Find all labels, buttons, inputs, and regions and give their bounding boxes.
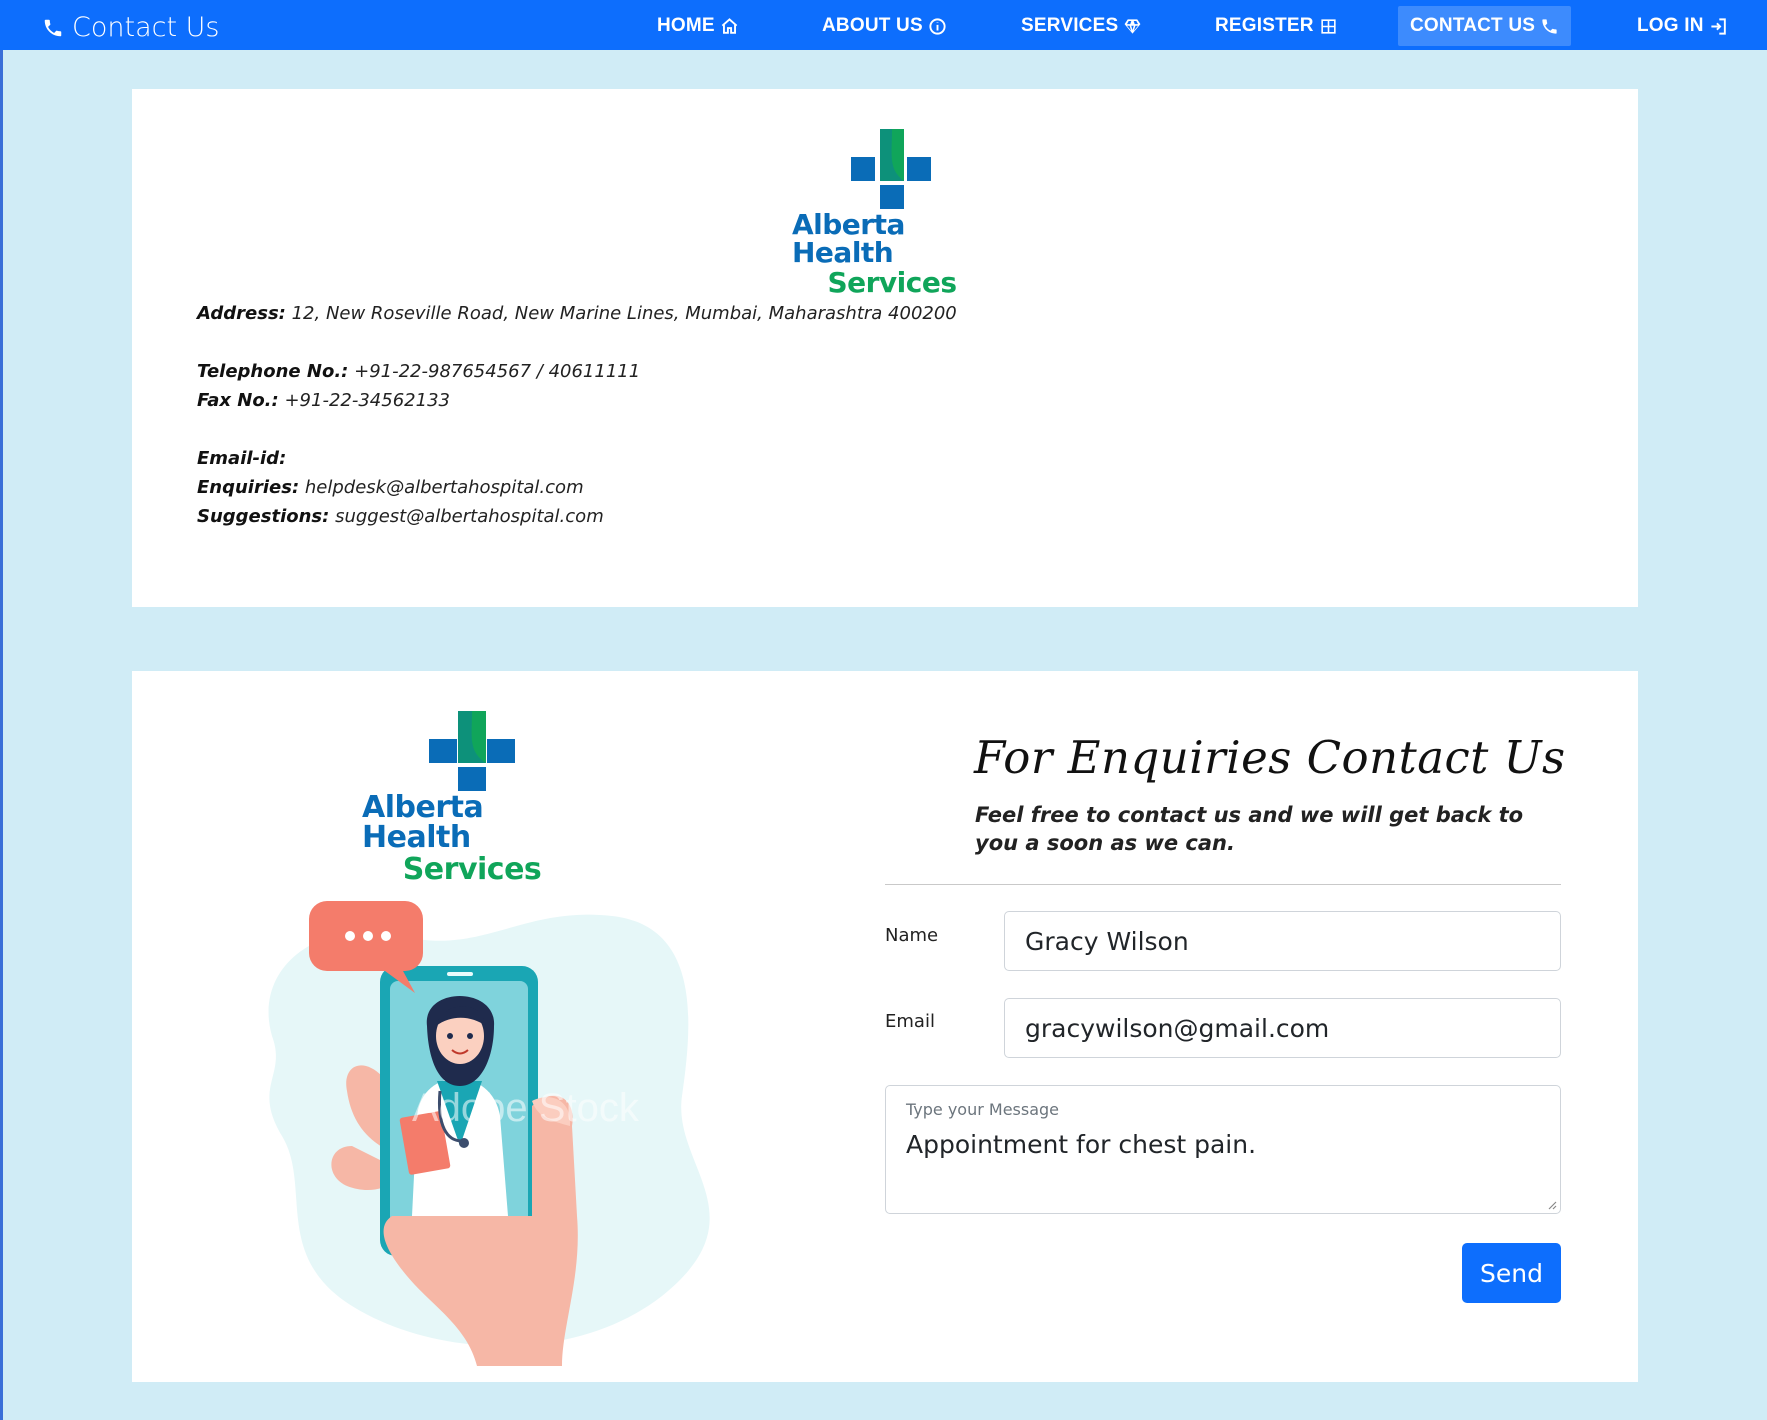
message-floating-label: Type your Message (906, 1100, 1060, 1119)
fax-label: Fax No.: (197, 390, 279, 411)
grid-icon (1321, 18, 1336, 34)
enquiries-row: Enquiries: helpdesk@albertahospital.com (197, 473, 957, 502)
email-label: Email (885, 1011, 935, 1032)
phone-icon (1542, 18, 1557, 34)
nav-about-label: ABOUT US (822, 15, 923, 36)
nav-home[interactable]: HOME (645, 6, 751, 46)
name-input-value: Gracy Wilson (1025, 926, 1189, 956)
home-icon (721, 17, 738, 34)
email-heading-row: Email-id: (197, 444, 957, 473)
enquiry-form-card: Alberta Health Services Adobe Stock For … (132, 671, 1638, 1382)
email-input-value: gracywilson@gmail.com (1025, 1013, 1330, 1043)
logo-line-2: Services (402, 852, 542, 887)
message-textarea[interactable]: Type your Message Appointment for chest … (885, 1085, 1561, 1214)
message-value: Appointment for chest pain. (906, 1130, 1257, 1159)
gem-icon (1124, 18, 1141, 34)
fax-value: +91-22-34562133 (284, 390, 450, 411)
address-label: Address: (197, 303, 286, 324)
email-input[interactable]: gracywilson@gmail.com (1004, 998, 1561, 1058)
enquiries-label: Enquiries: (197, 477, 300, 498)
hospital-logo: Alberta Health Services (362, 711, 582, 885)
enquiries-email: helpdesk@albertahospital.com (304, 477, 584, 498)
email-heading: Email-id: (197, 448, 287, 469)
send-button[interactable]: Send (1462, 1243, 1561, 1303)
fax-row: Fax No.: +91-22-34562133 (197, 386, 957, 415)
name-input[interactable]: Gracy Wilson (1004, 911, 1561, 971)
navbar: Contact Us HOME ABOUT US SERVICES REGIST… (0, 0, 1767, 50)
telephone-row: Telephone No.: +91-22-987654567 / 406111… (197, 357, 957, 386)
suggestions-row: Suggestions: suggest@albertahospital.com (197, 502, 957, 531)
contact-info-card: Alberta Health Services Address: 12, New… (132, 89, 1638, 607)
window-edge (0, 0, 3, 1420)
nav-register[interactable]: REGISTER (1203, 6, 1350, 46)
form-subtitle: Feel free to contact us and we will get … (975, 803, 1524, 855)
contact-details: Address: 12, New Roseville Road, New Mar… (197, 299, 957, 531)
nav-contact[interactable]: CONTACT US (1398, 6, 1572, 46)
hospital-logo: Alberta Health Services (792, 129, 992, 297)
form-title: For Enquiries Contact Us (974, 731, 1566, 784)
logo-line-2: Services (827, 266, 957, 299)
address-row: Address: 12, New Roseville Road, New Mar… (197, 299, 957, 328)
nav-register-label: REGISTER (1215, 15, 1314, 36)
brand-label: Contact Us (72, 12, 220, 43)
medical-cross-icon (429, 711, 515, 791)
suggestions-label: Suggestions: (197, 506, 330, 527)
nav-services-label: SERVICES (1021, 15, 1119, 36)
watermark-text: Adobe Stock (412, 1086, 640, 1130)
info-icon (929, 17, 946, 35)
logo-line-1: Alberta Health (792, 208, 905, 269)
telephone-value: +91-22-987654567 / 40611111 (354, 361, 641, 382)
address-value: 12, New Roseville Road, New Marine Lines… (291, 303, 957, 324)
nav-contact-label: CONTACT US (1410, 15, 1536, 36)
divider (885, 884, 1561, 885)
nav-services[interactable]: SERVICES (1009, 6, 1154, 46)
name-label: Name (885, 925, 939, 946)
suggestions-email: suggest@albertahospital.com (335, 506, 604, 527)
nav-login[interactable]: LOG IN (1625, 6, 1740, 46)
nav-about[interactable]: ABOUT US (810, 6, 959, 46)
logo-line-1: Alberta Health (362, 790, 484, 855)
nav-home-label: HOME (657, 15, 715, 36)
navbar-brand[interactable]: Contact Us (42, 12, 219, 43)
phone-icon (44, 19, 62, 36)
medical-cross-icon (851, 129, 931, 209)
resize-grip-icon[interactable] (1545, 1198, 1557, 1210)
login-icon (1711, 17, 1726, 35)
nav-login-label: LOG IN (1637, 15, 1704, 36)
doctor-phone-illustration: Adobe Stock (268, 901, 710, 1366)
telephone-label: Telephone No.: (197, 361, 349, 382)
